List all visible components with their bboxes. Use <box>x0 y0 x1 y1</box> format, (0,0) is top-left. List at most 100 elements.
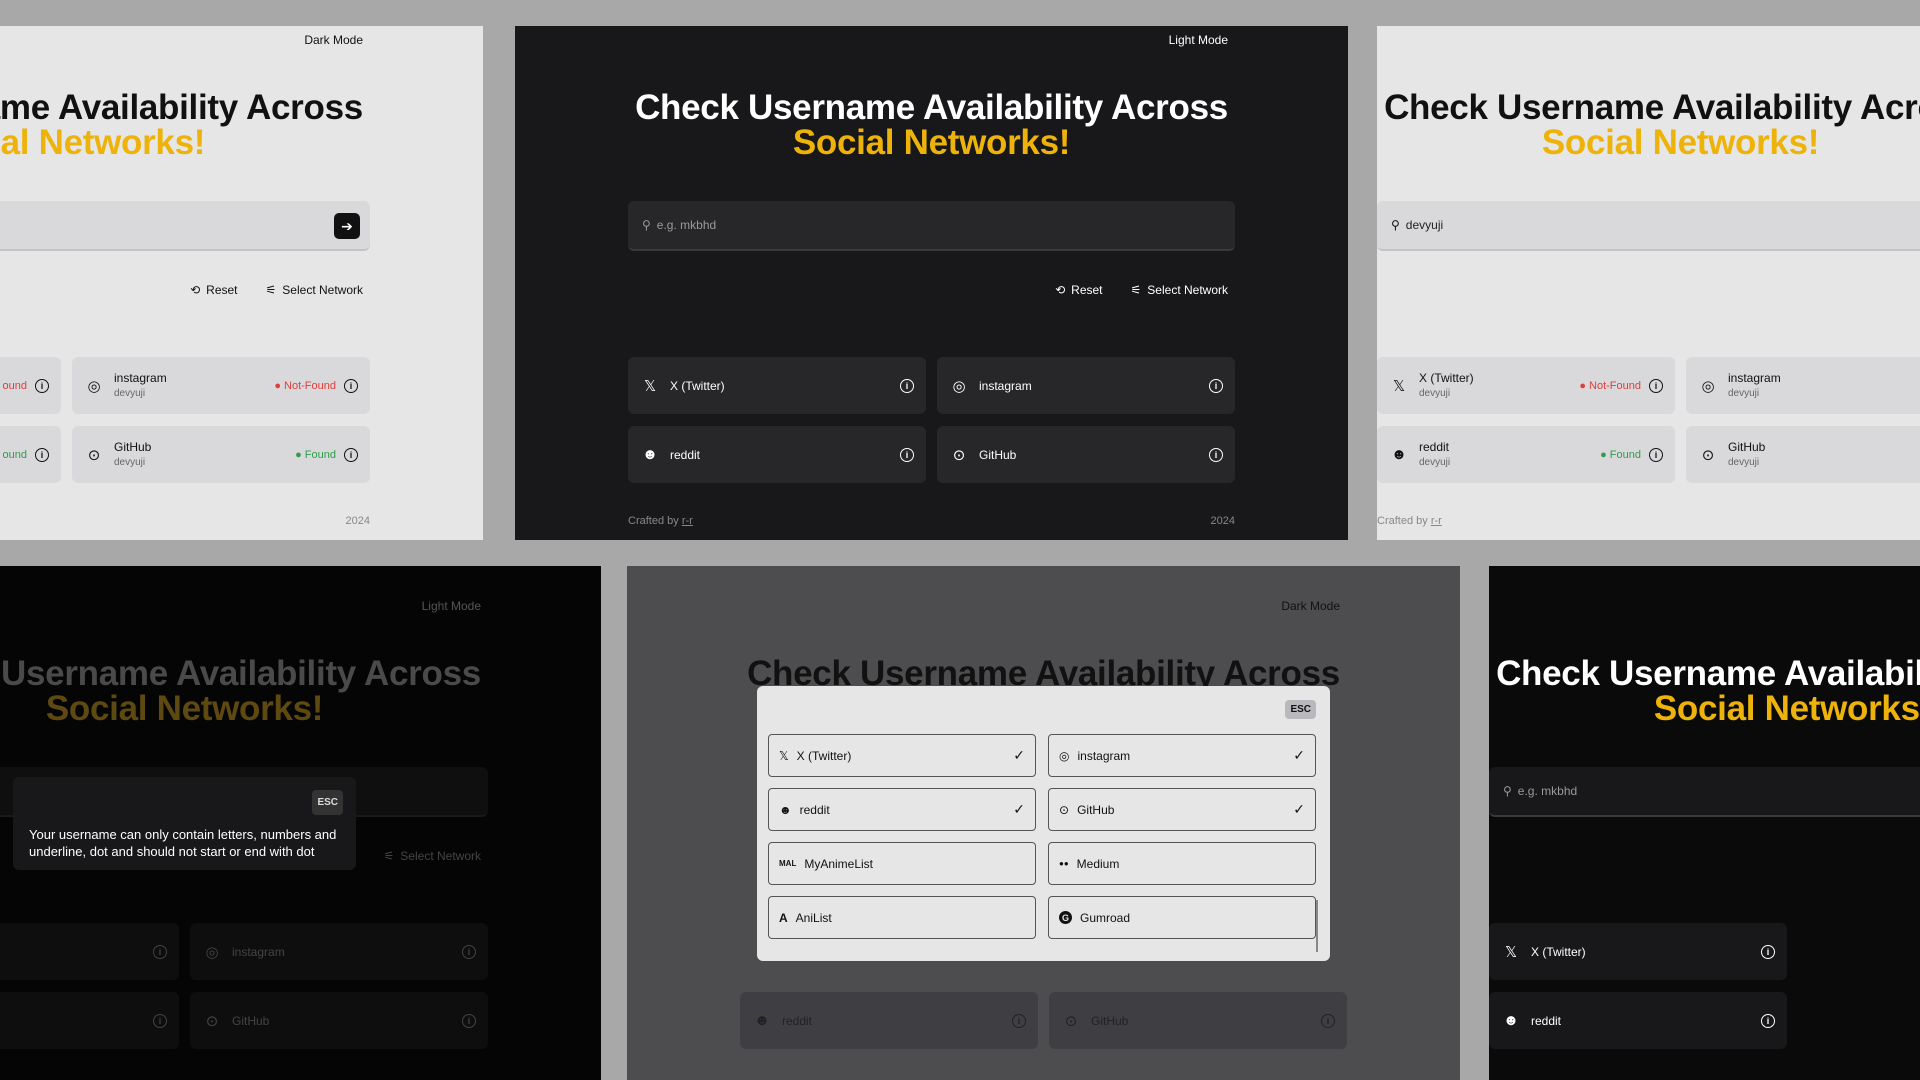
result-card-instagram[interactable]: ◎ instagram devyuji <box>1686 357 1920 414</box>
search-input[interactable]: ➔ <box>0 201 370 251</box>
credit-link[interactable]: r-r <box>1431 515 1442 527</box>
reddit-icon: ☻ <box>779 802 792 817</box>
info-icon[interactable]: i <box>1761 1013 1775 1028</box>
search-icon: ⚲ <box>1503 784 1512 798</box>
info-icon[interactable]: i <box>1209 378 1223 393</box>
info-icon[interactable]: i <box>1209 447 1223 462</box>
reddit-icon: ☻ <box>754 1012 770 1029</box>
check-icon: ✓ <box>1293 801 1305 817</box>
github-icon: ⊙ <box>205 1012 219 1030</box>
network-card-x[interactable]: 𝕏X (Twitter) i <box>1489 923 1787 980</box>
network-card-reddit[interactable]: i <box>0 992 179 1049</box>
search-input[interactable]: ⚲ devyuji <box>1377 201 1920 251</box>
select-network-button[interactable]: ⚟ Select Network <box>1131 283 1228 297</box>
info-icon[interactable]: i <box>1321 1013 1335 1028</box>
page-title: Check Username Availability Across Socia… <box>1496 654 1920 728</box>
network-option-x[interactable]: 𝕏X (Twitter) ✓ <box>768 734 1036 777</box>
x-icon: 𝕏 <box>1504 943 1518 961</box>
network-card-github[interactable]: ⊙ GitHub i <box>1049 992 1347 1049</box>
theme-toggle[interactable]: Dark Mode <box>304 33 363 47</box>
reddit-icon: ☻ <box>1503 1012 1519 1029</box>
select-network-modal: ESC 𝕏X (Twitter) ✓ ◎ instagram ✓ ☻ reddit ✓ ⊙… <box>757 686 1330 961</box>
network-option-instagram[interactable]: ◎ instagram ✓ <box>1048 734 1316 777</box>
network-option-myanimelist[interactable]: MAL MyAnimeList <box>768 842 1036 885</box>
info-icon[interactable]: i <box>1761 944 1775 959</box>
credit-link[interactable]: r-r <box>682 515 693 527</box>
select-network-button[interactable]: ⚟ Select Network <box>266 283 363 297</box>
info-icon[interactable]: i <box>900 447 914 462</box>
info-icon[interactable]: i <box>35 378 49 393</box>
network-card-x[interactable]: 𝕏X (Twitter) i <box>628 357 926 414</box>
theme-toggle[interactable]: Light Mode <box>422 599 481 613</box>
result-card-x[interactable]: 𝕏 X (Twitter) devyuji ● Not-Found i <box>1377 357 1675 414</box>
page-title: Check Username Availability Across Socia… <box>0 654 481 728</box>
anilist-icon: A <box>779 910 788 925</box>
github-icon: ⊙ <box>952 446 966 464</box>
network-option-reddit[interactable]: ☻ reddit ✓ <box>768 788 1036 831</box>
info-icon[interactable]: i <box>462 1013 476 1028</box>
info-icon[interactable]: i <box>344 447 358 462</box>
check-icon: ✓ <box>1013 747 1025 763</box>
network-card-reddit[interactable]: ☻ reddit i <box>1489 992 1787 1049</box>
arrow-right-icon[interactable]: ➔ <box>334 213 360 239</box>
network-option-medium[interactable]: ●● Medium <box>1048 842 1316 885</box>
instagram-icon: ◎ <box>952 377 966 395</box>
sliders-icon: ⚟ <box>265 283 277 297</box>
result-card-x[interactable]: ound i <box>0 357 61 414</box>
footer-year: 2024 <box>1210 515 1235 527</box>
github-icon: ⊙ <box>1059 802 1070 817</box>
instagram-icon: ◎ <box>205 943 219 961</box>
info-icon[interactable]: i <box>1012 1013 1026 1028</box>
theme-toggle[interactable]: Light Mode <box>1169 33 1228 47</box>
result-card-instagram[interactable]: ◎ instagram devyuji ● Not-Found i <box>72 357 370 414</box>
result-card-reddit[interactable]: ☻ reddit devyuji ● Found i <box>1377 426 1675 483</box>
network-card-reddit[interactable]: ☻ reddit i <box>740 992 1038 1049</box>
github-icon: ⊙ <box>1064 1012 1078 1030</box>
info-icon[interactable]: i <box>1649 447 1663 462</box>
info-icon[interactable]: i <box>344 378 358 393</box>
check-icon: ✓ <box>1293 747 1305 763</box>
refresh-icon: ⟲ <box>190 283 201 297</box>
footer-credit: Crafted by r-r <box>628 515 693 527</box>
info-icon[interactable]: i <box>1649 378 1663 393</box>
select-network-button[interactable]: ⚟ Select Network <box>384 849 481 863</box>
esc-button[interactable]: ESC <box>1285 700 1316 719</box>
search-input[interactable]: ⚲ e.g. mkbhd <box>628 201 1235 251</box>
search-icon: ⚲ <box>1391 218 1400 232</box>
instagram-icon: ◎ <box>1059 748 1070 763</box>
result-card-github[interactable]: ⊙ GitHub devyuji <box>1686 426 1920 483</box>
gumroad-icon: G <box>1059 911 1072 924</box>
footer-year: 2024 <box>345 515 370 527</box>
network-option-github[interactable]: ⊙ GitHub ✓ <box>1048 788 1316 831</box>
network-option-anilist[interactable]: A AniList <box>768 896 1036 939</box>
network-card-reddit[interactable]: ☻ reddit i <box>628 426 926 483</box>
theme-toggle[interactable]: Dark Mode <box>1281 599 1340 613</box>
panel-dark-default-right: Check Username Availability Across Socia… <box>1489 566 1920 1080</box>
reddit-icon: ☻ <box>1391 446 1407 463</box>
result-card-reddit[interactable]: ound i <box>0 426 61 483</box>
network-card-x[interactable]: i <box>0 923 179 980</box>
search-input[interactable]: ⚲ e.g. mkbhd <box>1489 767 1920 817</box>
myanimelist-icon: MAL <box>779 859 797 868</box>
esc-button[interactable]: ESC <box>312 790 343 815</box>
refresh-icon: ⟲ <box>1055 283 1066 297</box>
search-icon: ⚲ <box>642 218 651 232</box>
page-title: Check Username Availability Across Socia… <box>635 88 1228 162</box>
network-card-instagram[interactable]: ◎ instagram i <box>190 923 488 980</box>
network-card-github[interactable]: ⊙ GitHub i <box>937 426 1235 483</box>
reset-button[interactable]: ⟲ Reset <box>1055 283 1102 297</box>
result-card-github[interactable]: ⊙ GitHub devyuji ● Found i <box>72 426 370 483</box>
info-icon[interactable]: i <box>153 1013 167 1028</box>
info-icon[interactable]: i <box>462 944 476 959</box>
github-icon: ⊙ <box>87 446 101 464</box>
panel-dark-default: Light Mode Check Username Availability A… <box>515 26 1348 540</box>
panel-network-modal: Dark Mode Check Username Availability Ac… <box>627 566 1460 1080</box>
network-card-instagram[interactable]: ◎ instagram i <box>937 357 1235 414</box>
reset-button[interactable]: ⟲ Reset <box>190 283 237 297</box>
network-card-github[interactable]: ⊙ GitHub i <box>190 992 488 1049</box>
network-option-gumroad[interactable]: G Gumroad <box>1048 896 1316 939</box>
info-icon[interactable]: i <box>153 944 167 959</box>
info-icon[interactable]: i <box>35 447 49 462</box>
modal-scrollbar[interactable] <box>1316 900 1318 952</box>
info-icon[interactable]: i <box>900 378 914 393</box>
